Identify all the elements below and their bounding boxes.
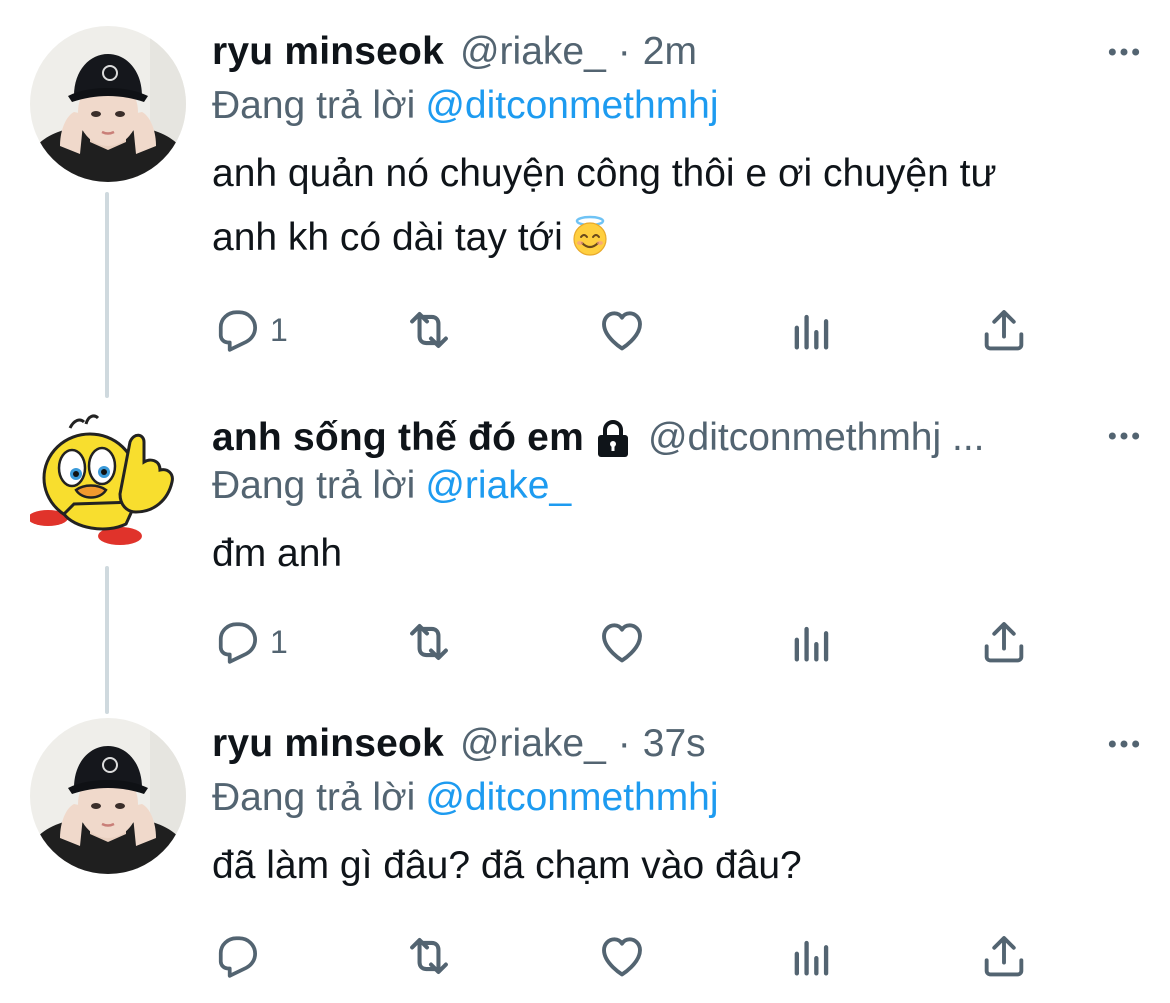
separator-dot: · bbox=[617, 722, 631, 765]
more-icon bbox=[1104, 724, 1144, 764]
avatar-image bbox=[30, 26, 186, 182]
reply-count: 1 bbox=[270, 311, 288, 348]
like-button[interactable] bbox=[596, 614, 648, 670]
tweet[interactable]: ryu minseok @riake_ · 37s Đang trả lời @d… bbox=[0, 716, 1170, 1003]
replying-to: Đang trả lời @riake_ bbox=[212, 460, 571, 512]
avatar-image bbox=[30, 718, 186, 874]
separator-dot: · bbox=[617, 30, 631, 73]
avatar[interactable] bbox=[30, 26, 186, 182]
tweet-text: anh quản nó chuyện công thôi e ơi chuyện… bbox=[212, 142, 1132, 270]
more-icon bbox=[1104, 416, 1144, 456]
like-button[interactable] bbox=[596, 928, 648, 984]
view-stats-button[interactable] bbox=[786, 614, 838, 670]
replying-to: Đang trả lời @ditconmethmhj bbox=[212, 80, 719, 132]
view-stats-button[interactable] bbox=[786, 928, 838, 984]
tweet-text-line: anh quản nó chuyện công thôi e ơi chuyện… bbox=[212, 152, 997, 195]
user-handle[interactable]: @riake_ bbox=[460, 26, 606, 78]
view-stats-button[interactable] bbox=[786, 302, 838, 358]
tweet[interactable]: anh sống thế đó em @ditconmethmhj ... Đa… bbox=[0, 400, 1170, 716]
timestamp[interactable]: 2m bbox=[643, 26, 697, 78]
retweet-button[interactable] bbox=[402, 614, 456, 670]
user-handle[interactable]: @ditconmethmhj ... bbox=[648, 412, 985, 464]
tweet-text-line: anh kh có dài tay tới bbox=[212, 216, 563, 259]
reply-button[interactable]: 1 bbox=[212, 614, 288, 670]
stats-icon bbox=[786, 930, 838, 982]
tweet-text: đm anh bbox=[212, 522, 1132, 586]
tweet-text-line: đm anh bbox=[212, 532, 343, 575]
more-options-button[interactable] bbox=[1102, 30, 1146, 74]
tweet-text-line-with-emoji: anh kh có dài tay tới bbox=[212, 206, 1132, 270]
retweet-icon bbox=[402, 615, 456, 669]
replying-label: Đang trả lời bbox=[212, 84, 416, 127]
mention-link[interactable]: @ditconmethmhj bbox=[425, 776, 718, 819]
stats-icon bbox=[786, 616, 838, 668]
share-button[interactable] bbox=[978, 302, 1030, 358]
tweet-header: anh sống thế đó em @ditconmethmhj ... bbox=[212, 412, 1080, 464]
avatar[interactable] bbox=[30, 718, 186, 874]
display-name[interactable]: anh sống thế đó em bbox=[212, 412, 584, 464]
heart-icon bbox=[596, 930, 648, 982]
replying-label: Đang trả lời bbox=[212, 776, 416, 819]
share-button[interactable] bbox=[978, 614, 1030, 670]
reply-count: 1 bbox=[270, 623, 288, 660]
replying-label: Đang trả lời bbox=[212, 464, 416, 507]
like-button[interactable] bbox=[596, 302, 648, 358]
reply-icon bbox=[212, 617, 262, 667]
more-icon bbox=[1104, 32, 1144, 72]
tweet-header: ryu minseok @riake_ · 2m bbox=[212, 26, 1080, 78]
retweet-button[interactable] bbox=[402, 928, 456, 984]
more-options-button[interactable] bbox=[1102, 722, 1146, 766]
reply-icon bbox=[212, 305, 262, 355]
reply-icon bbox=[212, 931, 262, 981]
more-options-button[interactable] bbox=[1102, 414, 1146, 458]
mention-link[interactable]: @ditconmethmhj bbox=[425, 84, 718, 127]
lock-icon bbox=[597, 420, 628, 457]
tweet-header: ryu minseok @riake_ · 37s bbox=[212, 718, 1080, 770]
display-name[interactable]: ryu minseok bbox=[212, 26, 444, 78]
tweet-text: đã làm gì đâu? đã chạm vào đâu? bbox=[212, 834, 1132, 898]
tweet-text-line: đã làm gì đâu? đã chạm vào đâu? bbox=[212, 844, 802, 887]
stats-icon bbox=[786, 304, 838, 356]
share-icon bbox=[978, 304, 1030, 356]
heart-icon bbox=[596, 304, 648, 356]
smiling-face-with-halo-icon bbox=[573, 215, 607, 256]
reply-button[interactable]: 1 bbox=[212, 302, 288, 358]
avatar-image bbox=[30, 406, 186, 562]
share-button[interactable] bbox=[978, 928, 1030, 984]
retweet-icon bbox=[402, 303, 456, 357]
replying-to: Đang trả lời @ditconmethmhj bbox=[212, 772, 719, 824]
display-name[interactable]: ryu minseok bbox=[212, 718, 444, 770]
avatar[interactable] bbox=[30, 406, 186, 562]
mention-link[interactable]: @riake_ bbox=[425, 464, 571, 507]
share-icon bbox=[978, 616, 1030, 668]
heart-icon bbox=[596, 616, 648, 668]
timestamp[interactable]: 37s bbox=[643, 718, 706, 770]
tweet[interactable]: ryu minseok @riake_ · 2m Đang trả lời @di… bbox=[0, 0, 1170, 400]
share-icon bbox=[978, 930, 1030, 982]
user-handle[interactable]: @riake_ bbox=[460, 718, 606, 770]
reply-button[interactable] bbox=[212, 928, 270, 984]
retweet-button[interactable] bbox=[402, 302, 456, 358]
retweet-icon bbox=[402, 929, 456, 983]
